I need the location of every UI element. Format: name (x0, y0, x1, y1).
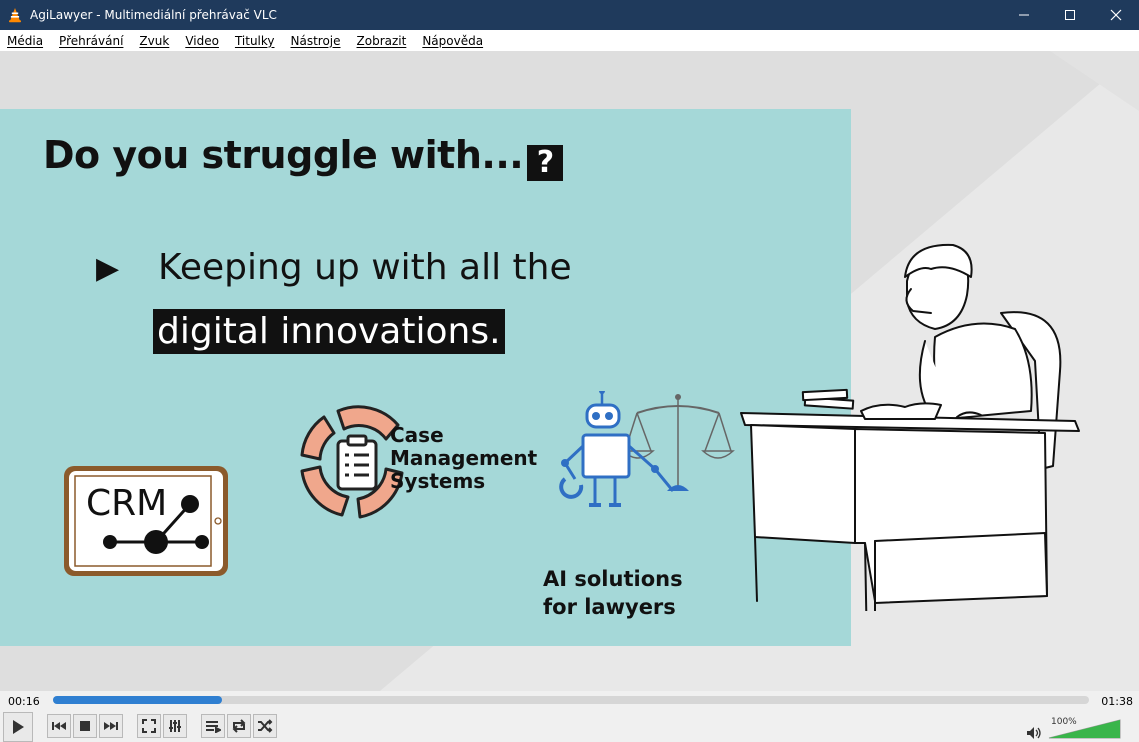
bullet-line-1: Keeping up with all the (158, 247, 572, 288)
speaker-icon[interactable] (1026, 726, 1042, 740)
slide-heading-text: Do you struggle with... (43, 133, 524, 177)
minimize-button[interactable] (1001, 0, 1047, 30)
volume-slider[interactable] (1048, 719, 1122, 739)
play-button[interactable] (3, 712, 33, 742)
playlist-icon (206, 721, 221, 733)
current-time: 00:16 (8, 695, 40, 708)
menu-playback[interactable]: Přehrávání (59, 34, 123, 48)
menu-video[interactable]: Video (185, 34, 219, 48)
fullscreen-icon (142, 719, 156, 733)
previous-button[interactable] (47, 714, 71, 738)
slide-heading: Do you struggle with...? (43, 133, 564, 181)
vlc-window: AgiLawyer - Multimediální přehrávač VLC … (0, 0, 1139, 742)
total-time: 01:38 (1101, 695, 1133, 708)
bullet-marker: ▶ (96, 252, 120, 285)
menu-bar: Média Přehrávání Zvuk Video Titulky Nást… (0, 30, 1139, 51)
bullet-line-2: digital innovations. (153, 309, 505, 354)
next-icon (104, 722, 118, 730)
menu-view[interactable]: Zobrazit (357, 34, 407, 48)
stop-button[interactable] (73, 714, 97, 738)
seek-bar[interactable] (53, 696, 1089, 704)
stop-icon (80, 721, 90, 731)
ai-solutions-label: AI solutions for lawyers (543, 565, 683, 621)
close-icon (1110, 9, 1122, 21)
ai-line-1: AI solutions (543, 567, 683, 591)
equalizer-icon (169, 720, 181, 732)
crm-label: CRM (86, 483, 168, 524)
playback-controls: 00:16 01:38 100% (0, 691, 1139, 742)
menu-subtitles[interactable]: Titulky (235, 34, 275, 48)
menu-media[interactable]: Média (7, 34, 43, 48)
cms-line-1: Case (390, 423, 444, 447)
cms-line-3: Systems (390, 469, 486, 493)
previous-icon (52, 722, 66, 730)
video-frame[interactable]: Do you struggle with...? ▶ Keeping up wi… (0, 51, 1139, 691)
title-bar: AgiLawyer - Multimediální přehrávač VLC (0, 0, 1139, 30)
ai-robot-illustration (559, 391, 735, 507)
vlc-cone-icon[interactable] (0, 0, 30, 30)
menu-audio[interactable]: Zvuk (139, 34, 169, 48)
extended-settings-button[interactable] (163, 714, 187, 738)
next-button[interactable] (99, 714, 123, 738)
loop-icon (232, 719, 246, 733)
question-glyph: ? (527, 145, 564, 181)
minimize-icon (1019, 14, 1029, 16)
maximize-icon (1065, 10, 1075, 20)
shuffle-button[interactable] (253, 714, 277, 738)
case-management-label: Case Management Systems (390, 424, 537, 493)
ai-line-2: for lawyers (543, 595, 676, 619)
seek-progress (53, 696, 222, 704)
maximize-button[interactable] (1047, 0, 1093, 30)
cms-line-2: Management (390, 446, 538, 470)
playlist-button[interactable] (201, 714, 225, 738)
shuffle-icon (258, 719, 273, 733)
loop-button[interactable] (227, 714, 251, 738)
play-icon (13, 720, 24, 734)
fullscreen-button[interactable] (137, 714, 161, 738)
menu-tools[interactable]: Nástroje (291, 34, 341, 48)
menu-help[interactable]: Nápověda (422, 34, 483, 48)
stressed-lawyer-illustration (740, 243, 1080, 611)
window-title: AgiLawyer - Multimediální přehrávač VLC (30, 8, 277, 22)
close-button[interactable] (1093, 0, 1139, 30)
